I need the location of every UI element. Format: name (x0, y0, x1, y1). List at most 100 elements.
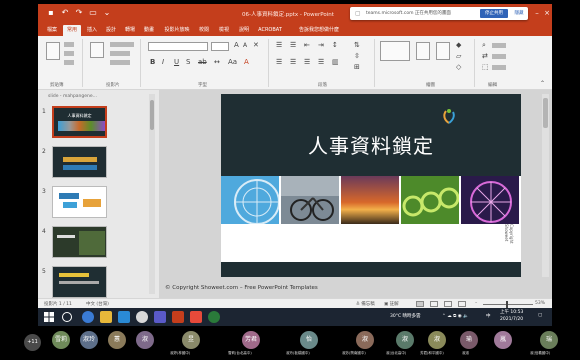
clock-date[interactable]: 2021/7/20 (500, 317, 523, 322)
zoom-slider[interactable] (483, 304, 533, 305)
decrease-indent-icon[interactable]: ⇤ (304, 41, 310, 49)
clear-formatting-icon[interactable]: ✕ (253, 41, 259, 49)
quick-styles-button[interactable] (436, 42, 450, 60)
tab-home[interactable]: 常用 (63, 25, 81, 36)
minimize-icon[interactable]: – (532, 7, 542, 19)
layout-button[interactable] (110, 42, 134, 47)
tab-transitions[interactable]: 轉場 (122, 25, 138, 36)
select-button[interactable] (492, 65, 506, 70)
tab-insert[interactable]: 插入 (84, 25, 100, 36)
participant-avatar[interactable]: 瑞 (540, 331, 558, 349)
character-spacing-icon[interactable]: ↔ (214, 58, 220, 66)
bold-icon[interactable]: B (150, 58, 155, 66)
collapse-ribbon-icon[interactable]: ⌃ (540, 80, 545, 87)
powerpoint-icon[interactable] (172, 311, 184, 323)
comments-button[interactable]: ▣ 註解 (384, 301, 399, 307)
participant-avatar[interactable]: 怡 (300, 331, 318, 349)
notes-button[interactable]: ≜ 備忘稿 (356, 301, 375, 307)
slide-thumbnail[interactable] (52, 226, 107, 258)
system-tray-icons[interactable]: ⌃ ☁ ⧉ ◉ 🔈 (442, 313, 469, 319)
justify-icon[interactable]: ☰ (318, 58, 324, 66)
grow-font-icon[interactable]: A (234, 41, 239, 49)
input-language[interactable]: 中 (486, 313, 491, 319)
participant-avatar[interactable]: 嵐 (494, 331, 512, 349)
tab-design[interactable]: 設計 (103, 25, 119, 36)
tab-file[interactable]: 檔案 (44, 25, 60, 36)
columns-icon[interactable]: ▥ (332, 58, 339, 66)
participant-avatar[interactable]: 雪莉 (52, 331, 70, 349)
replace-button[interactable] (492, 54, 506, 59)
section-button[interactable] (110, 60, 130, 65)
align-left-icon[interactable]: ☰ (276, 58, 282, 66)
normal-view-icon[interactable] (416, 301, 424, 307)
start-slideshow-icon[interactable]: ▭ (88, 8, 98, 18)
new-slide-button[interactable] (90, 42, 104, 58)
tab-slideshow[interactable]: 投影片放映 (162, 25, 192, 36)
participant-avatar[interactable]: 淑玲 (80, 331, 98, 349)
find-icon[interactable]: ⌕ (482, 41, 486, 50)
italic-icon[interactable]: I (162, 58, 164, 66)
participant-avatar[interactable]: 淑 (396, 331, 414, 349)
chrome-icon[interactable] (136, 311, 148, 323)
participant-count-badge[interactable]: +11 (24, 334, 41, 351)
zoom-slider-knob[interactable] (506, 301, 508, 308)
tab-animations[interactable]: 動畫 (141, 25, 157, 36)
slide-thumbnail[interactable] (52, 146, 107, 178)
zoom-out-icon[interactable]: – (475, 301, 477, 306)
shape-outline-icon[interactable]: ▱ (456, 52, 461, 60)
participant-avatar[interactable]: 瑜 (460, 331, 478, 349)
text-direction-icon[interactable]: ⇅ (354, 41, 360, 49)
teams-icon[interactable] (154, 311, 166, 323)
numbering-icon[interactable]: ☰ (290, 41, 296, 49)
thumbnail-scrollbar[interactable] (149, 94, 155, 294)
align-text-icon[interactable]: ⇳ (354, 52, 360, 60)
shape-effects-icon[interactable]: ◇ (456, 63, 461, 71)
shadow-icon[interactable]: S (186, 58, 190, 66)
font-size-select[interactable] (211, 42, 229, 51)
participant-avatar[interactable]: 淑 (136, 331, 154, 349)
clock-time[interactable]: 上午 10:53 (500, 309, 523, 315)
select-icon[interactable]: ⬚ (482, 63, 489, 71)
language-indicator[interactable]: 中文 (台灣) (86, 301, 109, 307)
tab-review[interactable]: 校閱 (196, 25, 212, 36)
slide-thumbnail[interactable] (52, 186, 107, 218)
slide-scrollbar[interactable] (542, 94, 549, 277)
reading-view-icon[interactable] (444, 301, 452, 307)
windows-start-icon[interactable] (44, 312, 54, 322)
align-center-icon[interactable]: ☰ (290, 58, 296, 66)
smartart-icon[interactable]: ⊞ (354, 63, 360, 71)
undo-icon[interactable]: ↶ (60, 8, 70, 18)
align-right-icon[interactable]: ☰ (304, 58, 310, 66)
bullets-icon[interactable]: ☰ (276, 41, 282, 49)
replace-icon[interactable]: ⇄ (482, 52, 488, 60)
tab-acrobat[interactable]: ACROBAT (256, 25, 284, 36)
scrollbar-thumb[interactable] (543, 98, 548, 128)
redo-icon[interactable]: ↷ (74, 8, 84, 18)
copy-button[interactable] (64, 51, 74, 56)
format-painter-button[interactable] (64, 60, 74, 65)
edge-icon[interactable] (82, 311, 94, 323)
file-explorer-icon[interactable] (100, 311, 112, 323)
participant-avatar[interactable]: 淑 (428, 331, 446, 349)
reset-button[interactable] (110, 51, 130, 56)
find-button[interactable] (492, 43, 506, 48)
arrange-button[interactable] (416, 42, 430, 60)
font-color-icon[interactable]: A (244, 58, 249, 66)
slide-sorter-icon[interactable] (430, 301, 438, 307)
shape-fill-icon[interactable]: ◆ (456, 41, 461, 49)
underline-icon[interactable]: U (174, 58, 179, 66)
tab-view[interactable]: 檢視 (216, 25, 232, 36)
shrink-font-icon[interactable]: A (243, 42, 247, 49)
weather-widget[interactable]: 30°C 晴時多雲 (390, 313, 421, 319)
paste-button[interactable] (46, 42, 60, 60)
scrollbar-thumb[interactable] (150, 100, 154, 130)
increase-indent-icon[interactable]: ⇥ (318, 41, 324, 49)
notifications-icon[interactable]: ▢ (538, 313, 542, 318)
participant-avatar[interactable]: 淑 (356, 331, 374, 349)
chrome-alt-icon[interactable] (208, 311, 220, 323)
search-icon[interactable] (62, 312, 72, 322)
slideshow-view-icon[interactable] (458, 301, 466, 307)
shapes-gallery[interactable] (380, 41, 410, 61)
save-icon[interactable]: ▪ (46, 8, 56, 18)
line-spacing-icon[interactable]: ↕ (332, 41, 338, 49)
